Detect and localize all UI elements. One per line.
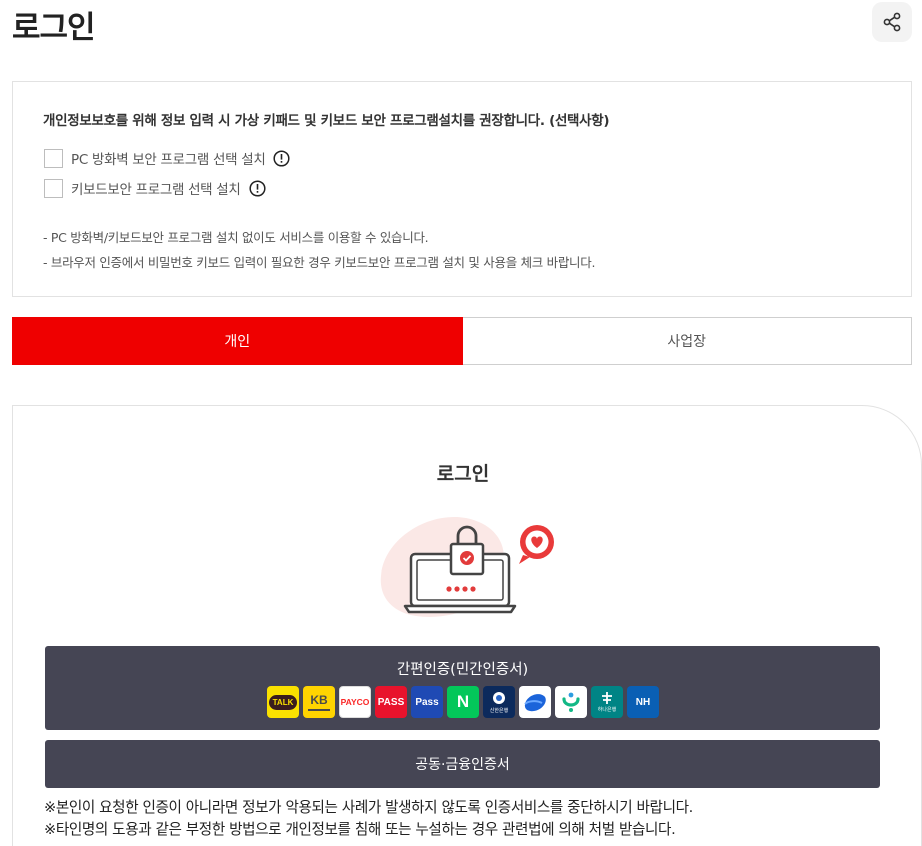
firewall-option: PC 방화벽 보안 프로그램 선택 설치 — [44, 148, 291, 168]
kb-icon[interactable]: KB — [303, 686, 335, 718]
naver-icon[interactable]: N — [447, 686, 479, 718]
keyboard-security-option: 키보드보안 프로그램 선택 설치 — [44, 178, 266, 198]
simple-auth-button[interactable]: 간편인증(민간인증서) TALK KB PAYCO PASS Pass N 신한… — [45, 646, 880, 730]
kakao-icon[interactable]: TALK — [267, 686, 299, 718]
toss-icon[interactable] — [519, 686, 551, 718]
share-button[interactable] — [872, 2, 912, 42]
notice-bullet: - 브라우저 인증에서 비밀번호 키보드 입력이 필요한 경우 키보드보안 프로… — [43, 255, 596, 270]
info-icon[interactable] — [273, 149, 291, 167]
pass-icon[interactable]: PASS — [375, 686, 407, 718]
warning-text: ※본인이 요청한 인증이 아니라면 정보가 악용되는 사례가 발생하지 않도록 … — [44, 799, 693, 816]
user-type-tabs: 개인 사업장 — [12, 317, 912, 365]
info-icon[interactable] — [248, 179, 266, 197]
payco-icon[interactable]: PAYCO — [339, 686, 371, 718]
security-notice-box: 개인정보보호를 위해 정보 입력 시 가상 키패드 및 키보드 보안 프로그램설… — [12, 81, 912, 297]
banksalad-icon[interactable] — [555, 686, 587, 718]
warning-text: ※타인명의 도용과 같은 부정한 방법으로 개인정보를 침해 또는 누설하는 경… — [44, 821, 676, 838]
keyboard-security-checkbox[interactable] — [44, 178, 63, 198]
nh-icon[interactable]: NH — [627, 686, 659, 718]
provider-list: TALK KB PAYCO PASS Pass N 신한은행 하나은행 NH — [267, 686, 659, 718]
simple-auth-label: 간편인증(민간인증서) — [396, 662, 529, 678]
tab-personal[interactable]: 개인 — [12, 317, 463, 365]
tab-business[interactable]: 사업장 — [462, 317, 912, 365]
security-notice-title: 개인정보보호를 위해 정보 입력 시 가상 키패드 및 키보드 보안 프로그램설… — [43, 113, 610, 129]
login-card-title: 로그인 — [436, 463, 490, 485]
shinhan-icon[interactable]: 신한은행 — [483, 686, 515, 718]
keyboard-security-option-label[interactable]: 키보드보안 프로그램 선택 설치 — [71, 178, 241, 198]
firewall-option-label[interactable]: PC 방화벽 보안 프로그램 선택 설치 — [71, 148, 266, 168]
hana-icon[interactable]: 하나은행 — [591, 686, 623, 718]
firewall-checkbox[interactable] — [44, 148, 63, 168]
notice-bullet: - PC 방화벽/키보드보안 프로그램 설치 없이도 서비스를 이용할 수 있습… — [43, 230, 429, 245]
share-icon — [883, 12, 901, 32]
public-certificate-button[interactable]: 공동·금융인증서 — [45, 740, 880, 788]
page-title: 로그인 — [12, 10, 96, 46]
samsung-pass-icon[interactable]: Pass — [411, 686, 443, 718]
login-card: 로그인 간편인증(민간인증서) TALK KB PAYCO PASS Pass … — [12, 405, 922, 846]
laptop-lock-icon — [380, 516, 554, 617]
